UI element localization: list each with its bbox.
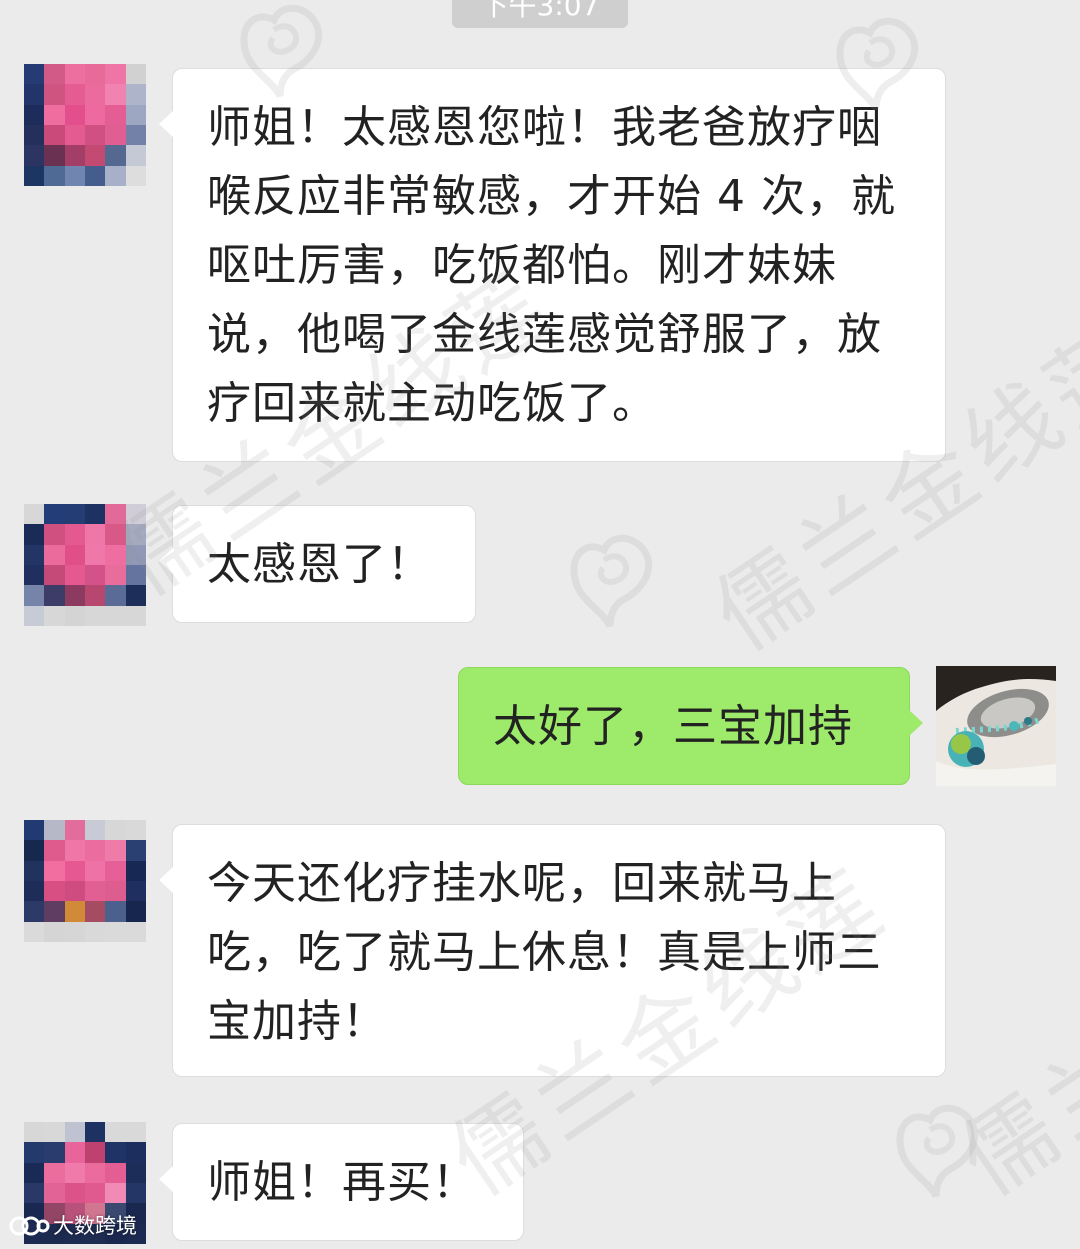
source-watermark-text: 大数跨境 — [53, 1214, 137, 1238]
incoming-message-bubble[interactable]: 今天还化疗挂水呢，回来就马上吃，吃了就马上休息！真是上师三宝加持！ — [159, 824, 946, 1077]
message-text: 太感恩了！ — [207, 539, 432, 590]
incoming-message-bubble[interactable]: 太感恩了！ — [159, 505, 476, 623]
link-logo-icon — [9, 1216, 50, 1236]
pixelated-avatar-image — [24, 504, 146, 626]
outgoing-message-bubble[interactable]: 太好了，三宝加持 — [458, 667, 923, 785]
contact-avatar[interactable] — [24, 64, 146, 186]
necklace-avatar-image — [936, 666, 1056, 786]
watermark-logo-icon — [570, 534, 653, 628]
message-timestamp: 下午3:07 — [452, 0, 628, 28]
self-avatar[interactable] — [936, 666, 1056, 786]
watermark-logo-icon — [896, 1104, 979, 1198]
message-text: 师姐！太感恩您啦！我老爸放疗咽喉反应非常敏感，才开始 4 次，就呕吐厉害，吃饭都… — [207, 102, 896, 429]
message-text: 师姐！再买！ — [207, 1157, 477, 1208]
pixelated-avatar-image — [24, 64, 146, 186]
watermark-text: 儒兰 — [941, 1015, 1080, 1217]
message-text: 太好了，三宝加持 — [493, 701, 853, 752]
incoming-message-bubble[interactable]: 师姐！再买！ — [159, 1123, 524, 1241]
contact-avatar[interactable] — [24, 504, 146, 626]
source-watermark: 大数跨境 — [8, 1211, 137, 1241]
pixelated-avatar-image — [24, 820, 146, 942]
contact-avatar[interactable] — [24, 820, 146, 942]
message-text: 今天还化疗挂水呢，回来就马上吃，吃了就马上休息！真是上师三宝加持！ — [207, 858, 882, 1047]
incoming-message-bubble[interactable]: 师姐！太感恩您啦！我老爸放疗咽喉反应非常敏感，才开始 4 次，就呕吐厉害，吃饭都… — [159, 68, 946, 462]
